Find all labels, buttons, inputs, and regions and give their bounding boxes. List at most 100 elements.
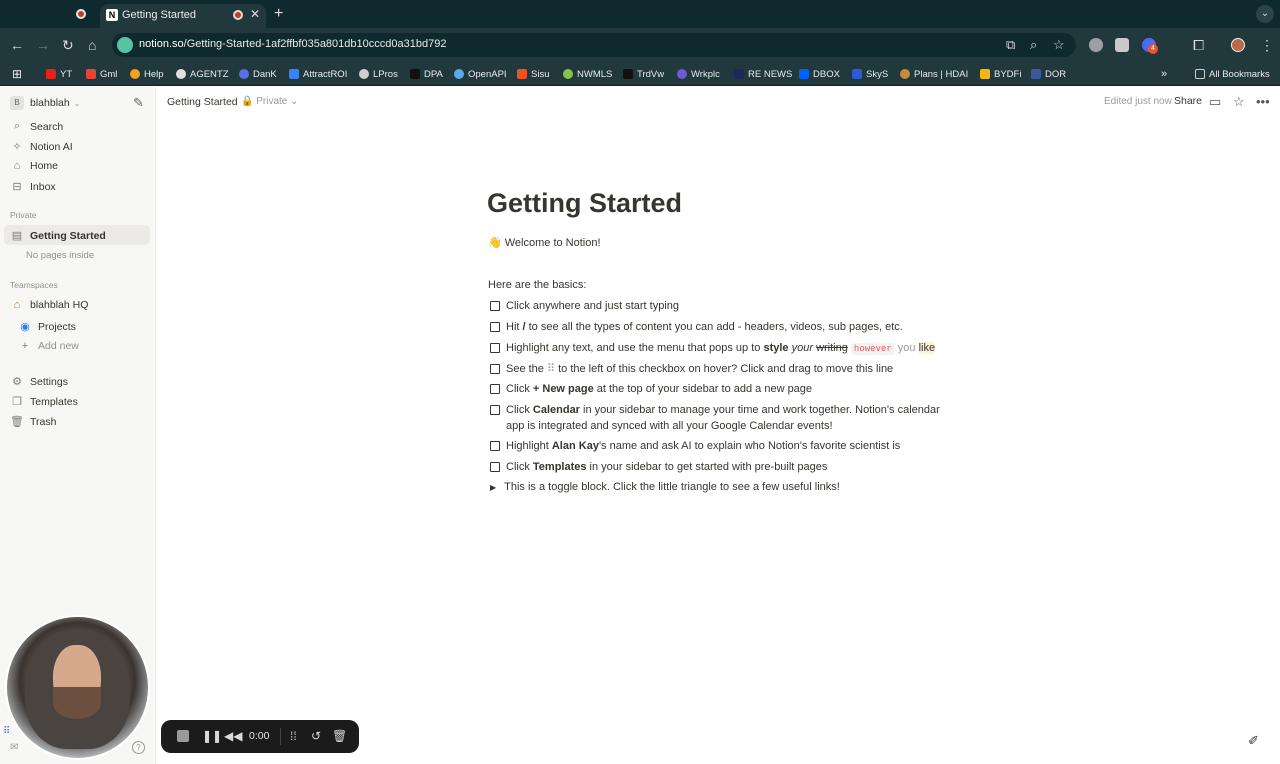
grip-icon[interactable]: ⁞⁞: [290, 729, 297, 743]
webcam-bubble[interactable]: [5, 615, 150, 760]
tab-search-button[interactable]: ⌄: [1256, 5, 1274, 23]
plans-icon: [900, 69, 910, 79]
todo-item[interactable]: Click anywhere and just start typing: [490, 299, 960, 315]
mail-icon[interactable]: ✉: [10, 742, 18, 753]
pause-icon[interactable]: ❚❚: [202, 729, 222, 743]
extension-icon[interactable]: [1089, 38, 1103, 52]
comments-icon[interactable]: ▭: [1209, 94, 1221, 110]
help-icon[interactable]: ?: [132, 741, 145, 754]
url-text[interactable]: notion.so/Getting-Started-1af2ffbf035a80…: [139, 38, 446, 50]
forward-icon[interactable]: →: [36, 37, 50, 53]
reload-icon[interactable]: ↻: [62, 37, 74, 54]
sidebar-item-add-new[interactable]: + Add new: [10, 340, 79, 352]
bookmark-item[interactable]: Sisu: [517, 66, 549, 82]
todo-item[interactable]: Click Templates in your sidebar to get s…: [490, 460, 960, 476]
lock-icon: 🔒: [241, 96, 254, 107]
new-tab-button[interactable]: +: [274, 5, 283, 23]
todo-checkbox[interactable]: [490, 384, 500, 394]
bookmark-item[interactable]: Plans | HDAI: [900, 66, 968, 82]
sidebar-item-trash[interactable]: 🗑 Trash: [10, 415, 56, 429]
todo-item[interactable]: Highlight Alan Kay's name and ask AI to …: [490, 439, 960, 455]
extension-icon[interactable]: [1115, 38, 1129, 52]
toggle-triangle-icon[interactable]: ▶: [490, 483, 496, 493]
bookmark-item[interactable]: Help: [130, 66, 164, 82]
dropbox-icon: [799, 69, 809, 79]
browser-toolbar: ← → ↻ ⌂ notion.so/Getting-Started-1af2ff…: [0, 28, 1280, 62]
sidebar-item-teamspace[interactable]: ⌂ blahblah HQ: [10, 299, 89, 311]
bookmark-item[interactable]: Wrkplc: [677, 66, 720, 82]
toggle-block[interactable]: ▶ This is a toggle block. Click the littl…: [490, 481, 840, 493]
address-bar[interactable]: notion.so/Getting-Started-1af2ffbf035a80…: [112, 33, 1076, 57]
sidebar-item-settings[interactable]: ⚙ Settings: [10, 375, 68, 389]
restart-icon[interactable]: ↺: [311, 729, 321, 743]
browser-menu-icon[interactable]: ⋮: [1260, 37, 1274, 54]
todo-checkbox[interactable]: [490, 405, 500, 415]
bookmark-item[interactable]: SkyS: [852, 66, 888, 82]
profile-avatar[interactable]: [1231, 38, 1245, 52]
todo-checkbox[interactable]: [490, 322, 500, 332]
rewind-icon[interactable]: ◀◀: [224, 729, 242, 743]
more-options-icon[interactable]: •••: [1256, 94, 1270, 109]
todo-item[interactable]: Hit / to see all the types of content yo…: [490, 320, 960, 336]
attractroi-icon: [289, 69, 299, 79]
sidebar-item-notion-ai[interactable]: ✧ Notion AI: [10, 140, 72, 154]
bookmark-item[interactable]: AGENTZ: [176, 66, 229, 82]
back-icon[interactable]: ←: [10, 37, 24, 53]
stop-recording-icon[interactable]: [177, 730, 189, 742]
todo-item[interactable]: Click + New page at the top of your side…: [490, 382, 960, 398]
all-bookmarks[interactable]: All Bookmarks: [1195, 66, 1270, 82]
todo-item[interactable]: Click Calendar in your sidebar to manage…: [490, 403, 960, 434]
bookmark-item[interactable]: RE NEWS: [734, 66, 792, 82]
sidebar-item-templates[interactable]: ❐ Templates: [10, 395, 78, 409]
todo-checkbox[interactable]: [490, 343, 500, 353]
gmail-icon: [86, 69, 96, 79]
browser-tab[interactable]: N Getting Started ✕: [100, 4, 266, 28]
apps-grid-icon[interactable]: ⊞: [12, 66, 22, 82]
bookmark-item[interactable]: DBOX: [799, 66, 840, 82]
basics-heading[interactable]: Here are the basics:: [488, 279, 586, 291]
bookmark-item[interactable]: LPros: [359, 66, 398, 82]
bookmark-item[interactable]: BYDFi: [980, 66, 1021, 82]
todo-item[interactable]: Highlight any text, and use the menu tha…: [490, 341, 960, 358]
extension-icon[interactable]: 4: [1142, 38, 1158, 54]
share-button[interactable]: Share: [1174, 95, 1202, 107]
todo-checkbox[interactable]: [490, 301, 500, 311]
sidebar-item-projects[interactable]: ◉ Projects: [10, 320, 76, 334]
bookmark-item[interactable]: TrdVw: [623, 66, 664, 82]
bookmark-item[interactable]: DanK: [239, 66, 277, 82]
bookmark-item[interactable]: NWMLS: [563, 66, 612, 82]
welcome-text[interactable]: 👋 Welcome to Notion!: [488, 236, 601, 249]
page-title[interactable]: Getting Started: [487, 188, 682, 219]
sidebar-item-search[interactable]: ⌕ Search: [10, 120, 63, 133]
drag-handle-icon[interactable]: ⠿: [3, 726, 10, 737]
new-page-icon[interactable]: ✎: [133, 95, 144, 111]
bookmark-item[interactable]: DPA: [410, 66, 443, 82]
zoom-icon[interactable]: ⌕: [1030, 37, 1037, 53]
breadcrumb[interactable]: Getting Started: [167, 96, 238, 108]
privacy-badge[interactable]: 🔒 Private ⌄: [241, 96, 299, 107]
todo-item[interactable]: See the ⠿ to the left of this checkbox o…: [490, 362, 960, 378]
open-in-app-icon[interactable]: ⧉: [1006, 37, 1015, 53]
site-info-icon[interactable]: [117, 37, 133, 53]
home-icon[interactable]: ⌂: [88, 37, 96, 53]
bookmark-item[interactable]: OpenAPI: [454, 66, 507, 82]
favorite-star-icon[interactable]: ☆: [1233, 94, 1245, 110]
sidebar-item-home[interactable]: ⌂ Home: [10, 160, 58, 172]
bookmark-item[interactable]: AttractROI: [289, 66, 347, 82]
workspace-switcher[interactable]: B blahblah ⌄: [10, 96, 80, 110]
tab-close-icon[interactable]: ✕: [250, 7, 260, 21]
home-icon: ⌂: [13, 160, 21, 172]
bookmark-item[interactable]: YT: [46, 66, 72, 82]
todo-checkbox[interactable]: [490, 441, 500, 451]
bookmark-item[interactable]: Gml: [86, 66, 117, 82]
more-bookmarks-icon[interactable]: »: [1161, 66, 1167, 82]
bookmark-item[interactable]: DOR: [1031, 66, 1066, 82]
bookmark-star-icon[interactable]: ☆: [1053, 37, 1065, 53]
extensions-puzzle-icon[interactable]: ⧠: [1193, 37, 1204, 54]
cursor-tool-icon[interactable]: ✐: [1248, 733, 1259, 749]
delete-recording-icon[interactable]: 🗑: [332, 729, 347, 743]
sidebar-item-inbox[interactable]: ⊟ Inbox: [10, 180, 55, 194]
todo-checkbox[interactable]: [490, 462, 500, 472]
sidebar-item-getting-started[interactable]: ▤ Getting Started: [10, 229, 106, 243]
todo-checkbox[interactable]: [490, 364, 500, 374]
